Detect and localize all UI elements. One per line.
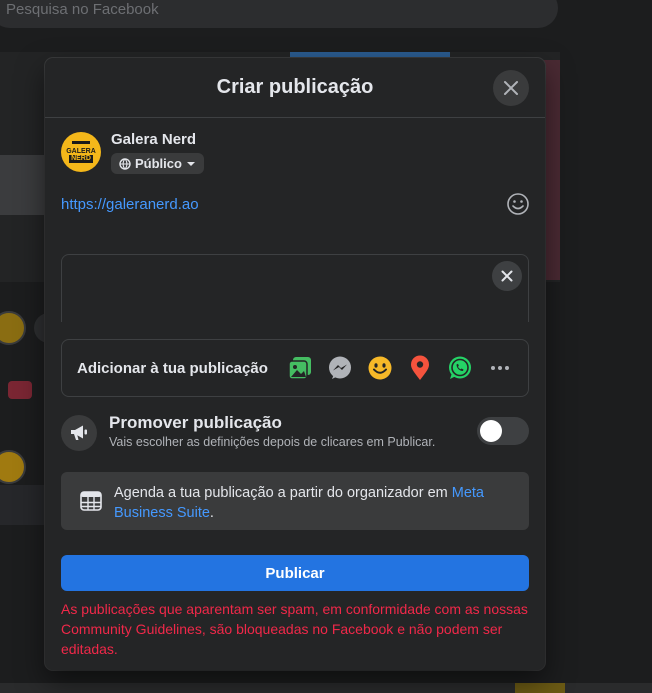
feeling-button[interactable] [365, 354, 394, 383]
background-thumbnail [0, 155, 46, 215]
audience-selector[interactable]: Público [111, 153, 204, 174]
dialog-header: Criar publicação [45, 58, 545, 118]
whatsapp-icon [448, 356, 471, 379]
background-avatar [0, 450, 26, 484]
remove-preview-button[interactable] [492, 261, 522, 291]
toggle-knob [480, 420, 502, 442]
photo-video-icon [287, 357, 311, 380]
add-to-post-icons [285, 354, 514, 383]
schedule-notice: Agenda a tua publicação a partir do orga… [61, 472, 529, 530]
background-avatar [0, 311, 26, 345]
location-pin-icon [410, 355, 429, 380]
whatsapp-button[interactable] [445, 354, 474, 383]
audience-label: Público [135, 156, 182, 171]
add-to-post-label: Adicionar à tua publicação [77, 359, 268, 377]
close-button[interactable] [493, 70, 529, 106]
create-post-dialog: Criar publicação GALERA NERD Galera Nerd… [45, 58, 545, 670]
more-options-button[interactable] [485, 354, 514, 383]
avatar-logo-glasses [72, 141, 90, 147]
avatar: GALERA NERD [61, 132, 101, 172]
background-row [0, 485, 44, 525]
schedule-text: Agenda a tua publicação a partir do orga… [114, 485, 452, 501]
background-live-icon [8, 381, 32, 399]
smiley-icon [507, 193, 529, 215]
author-info: Galera Nerd Público [111, 131, 204, 175]
close-icon [504, 81, 518, 95]
post-text-input[interactable]: https://galeranerd.ao [61, 196, 199, 213]
close-icon [501, 270, 513, 282]
promote-description: Vais escolher as definições depois de cl… [109, 435, 436, 449]
schedule-suffix: . [209, 505, 214, 521]
emoji-button[interactable] [506, 192, 530, 216]
feeling-emoji-icon [368, 356, 391, 380]
link-preview [61, 254, 529, 322]
more-icon [490, 366, 509, 370]
promote-title: Promover publicação [109, 413, 282, 432]
messenger-icon [328, 356, 351, 379]
check-in-button[interactable] [405, 354, 434, 383]
add-to-post-bar: Adicionar à tua publicação [61, 339, 529, 397]
promote-post-section: Promover publicação Vais escolher as def… [61, 413, 529, 453]
avatar-logo-text-top: GALERA [66, 148, 96, 155]
background-bottom-strip [515, 683, 565, 693]
promote-toggle[interactable] [477, 417, 529, 445]
caret-down-icon [186, 161, 195, 166]
messenger-button[interactable] [325, 354, 354, 383]
photo-video-button[interactable] [285, 354, 314, 383]
globe-icon [119, 157, 131, 170]
dialog-title: Criar publicação [216, 76, 374, 98]
author-name: Galera Nerd [111, 131, 197, 148]
megaphone-icon [61, 415, 97, 451]
author-row: GALERA NERD Galera Nerd Público [61, 131, 204, 175]
calendar-grid-icon [80, 491, 102, 511]
background-search-input: Pesquisa no Facebook [0, 0, 558, 28]
publish-button[interactable]: Publicar [61, 555, 529, 591]
avatar-logo-text-bottom: NERD [69, 155, 93, 163]
spam-warning-text: As publicações que aparentam ser spam, e… [61, 601, 528, 657]
